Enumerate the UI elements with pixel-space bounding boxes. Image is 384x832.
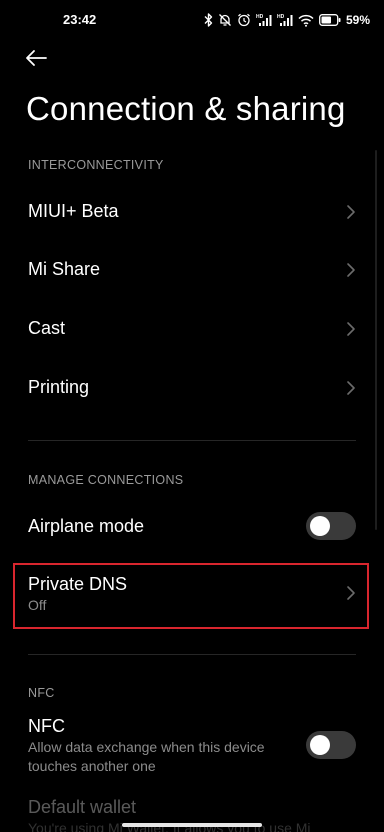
section-divider: [28, 654, 356, 655]
section-divider: [28, 440, 356, 441]
toggle-knob: [310, 516, 330, 536]
highlight-box: [13, 563, 369, 629]
list-item-label: MIUI+ Beta: [28, 201, 119, 221]
list-item-mi-share[interactable]: Mi Share: [0, 241, 384, 299]
chevron-right-icon: [346, 380, 356, 396]
svg-text:HD: HD: [277, 14, 285, 20]
chevron-right-icon: [346, 204, 356, 220]
battery-icon: [319, 14, 341, 26]
list-item-miui-plus-beta[interactable]: MIUI+ Beta: [0, 183, 384, 241]
hd-signal-icon: HD: [256, 13, 272, 27]
scrollbar[interactable]: [375, 150, 377, 530]
list-item-description: Allow data exchange when this device: [28, 739, 265, 755]
list-item-description: touches another one: [28, 758, 156, 774]
list-item-label: Printing: [28, 377, 90, 397]
list-item-nfc[interactable]: NFC Allow data exchange when this device…: [0, 712, 384, 778]
list-item-printing[interactable]: Printing: [0, 358, 384, 416]
toggle-knob: [310, 735, 330, 755]
wifi-icon: [298, 14, 314, 27]
status-time: 23:42: [63, 12, 97, 27]
hd-signal-icon: HD: [277, 13, 293, 27]
list-item-airplane-mode[interactable]: Airplane mode: [0, 497, 384, 555]
back-arrow-icon: [24, 49, 48, 72]
list-item-cast[interactable]: Cast: [0, 299, 384, 357]
list-item-label: Airplane mode: [28, 516, 145, 536]
battery-percent: 59%: [345, 13, 370, 27]
section-header-nfc: NFC: [28, 686, 55, 700]
list-item-label: Mi Share: [28, 259, 101, 279]
bluetooth-icon: [204, 13, 213, 27]
airplane-mode-toggle[interactable]: [306, 512, 356, 540]
list-item-label: Default wallet: [28, 797, 137, 817]
alarm-off-icon: [218, 13, 232, 27]
alarm-icon: [237, 13, 251, 27]
page-title: Connection & sharing: [26, 90, 346, 127]
section-header-manage-connections: MANAGE CONNECTIONS: [28, 473, 184, 487]
section-header-interconnectivity: INTERCONNECTIVITY: [28, 158, 164, 172]
chevron-right-icon: [346, 262, 356, 278]
svg-text:HD: HD: [256, 14, 264, 20]
chevron-right-icon: [346, 321, 356, 337]
list-item-label: NFC: [28, 716, 65, 736]
status-bar: 23:42 HD HD 59%: [0, 0, 384, 40]
status-icons: HD HD 59%: [204, 11, 370, 29]
back-button[interactable]: [24, 46, 54, 74]
home-indicator[interactable]: [122, 823, 262, 827]
list-item-label: Cast: [28, 318, 66, 338]
nfc-toggle[interactable]: [306, 731, 356, 759]
